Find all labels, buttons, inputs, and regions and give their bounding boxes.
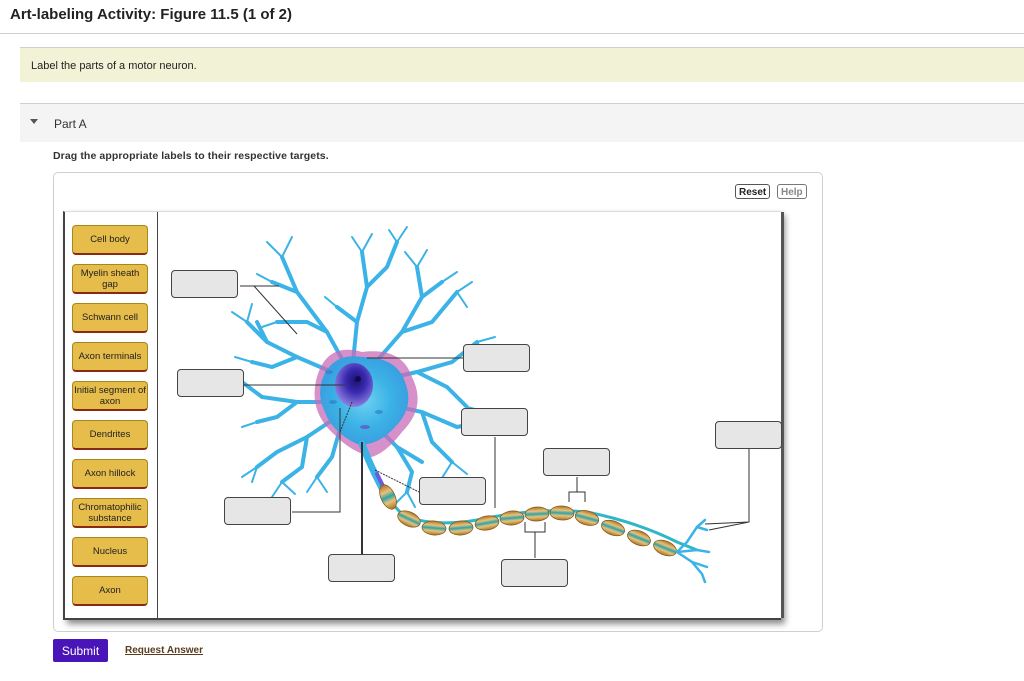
draggable-label[interactable]: Axon terminals (72, 342, 148, 372)
part-a-header[interactable]: Part A (20, 103, 1024, 142)
reset-button[interactable]: Reset (735, 184, 771, 199)
draggable-label[interactable]: Initial segment of axon (72, 381, 148, 411)
canvas-shadow-edge (781, 212, 784, 618)
labeling-canvas: Cell body Myelin sheath gap Schwann cell… (63, 211, 784, 620)
drop-target[interactable] (224, 497, 291, 525)
intro-banner: Label the parts of a motor neuron. (20, 47, 1024, 82)
drop-target[interactable] (461, 408, 528, 436)
drop-target[interactable] (328, 554, 395, 582)
motor-neuron-figure (157, 212, 782, 618)
draggable-label[interactable]: Dendrites (72, 420, 148, 450)
axon-terminals (675, 518, 711, 584)
drop-target[interactable] (463, 344, 530, 372)
collapse-triangle-icon[interactable] (30, 119, 38, 124)
part-title: Part A (54, 117, 87, 131)
draggable-label[interactable]: Nucleus (72, 537, 148, 567)
cell-body-shape (314, 349, 418, 457)
page-title: Art-labeling Activity: Figure 11.5 (1 of… (10, 6, 292, 23)
draggable-label[interactable]: Axon hillock (72, 459, 148, 489)
drop-target[interactable] (177, 369, 244, 397)
drop-target[interactable] (543, 448, 610, 476)
help-button[interactable]: Help (777, 184, 807, 199)
instructions: Drag the appropriate labels to their res… (53, 150, 329, 162)
drop-target[interactable] (419, 477, 486, 505)
drop-target[interactable] (171, 270, 238, 298)
labeling-activity: Reset Help Cell body Myelin sheath gap S… (53, 172, 823, 632)
header-divider (0, 33, 1024, 34)
draggable-label[interactable]: Axon (72, 576, 148, 606)
draggable-label[interactable]: Schwann cell (72, 303, 148, 333)
submit-button[interactable]: Submit (53, 639, 108, 662)
request-answer-link[interactable]: Request Answer (125, 645, 203, 656)
draggable-label[interactable]: Chromatophilic substance (72, 498, 148, 528)
draggable-label[interactable]: Cell body (72, 225, 148, 255)
drop-target[interactable] (501, 559, 568, 587)
draggable-label[interactable]: Myelin sheath gap (72, 264, 148, 294)
label-bank: Cell body Myelin sheath gap Schwann cell… (65, 212, 158, 618)
drop-target[interactable] (715, 421, 782, 449)
intro-text: Label the parts of a motor neuron. (31, 60, 197, 72)
